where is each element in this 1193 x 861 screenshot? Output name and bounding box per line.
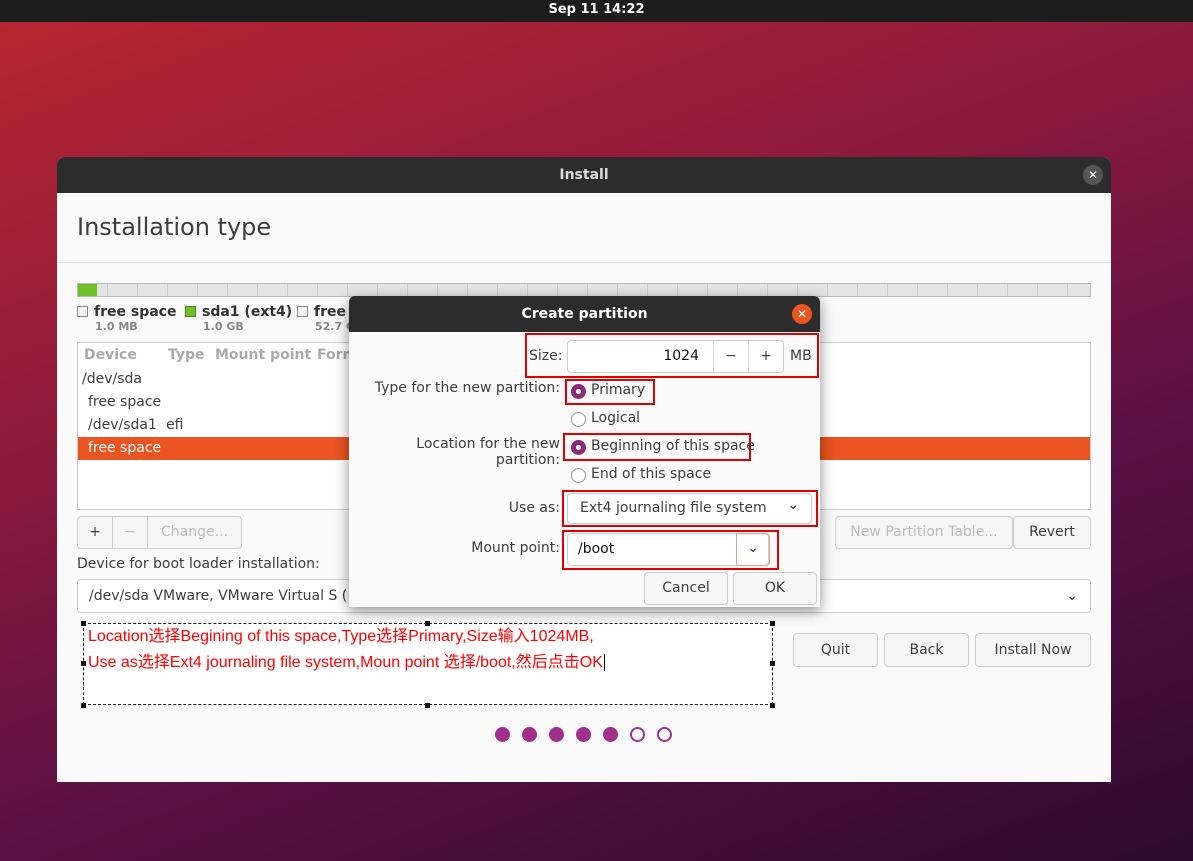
radio-logical[interactable]	[571, 412, 586, 427]
top-bar: Sep 11 14:22	[0, 0, 1193, 22]
create-partition-dialog: Create partition ✕ Size: 1024 − + MB Typ…	[349, 296, 820, 607]
partition-bar-used	[78, 284, 98, 296]
use-as-label: Use as:	[508, 500, 560, 516]
step-dot-pending	[630, 727, 645, 742]
add-partition-button[interactable]: +	[77, 516, 113, 549]
remove-partition-button[interactable]: −	[112, 516, 148, 549]
step-dot-done	[522, 727, 537, 742]
annotation-line-1: Location选择Begining of this space,Type选择P…	[88, 628, 594, 645]
legend-free: free 52.7 G	[297, 304, 355, 333]
legend-free-space: free space 1.0 MB	[77, 304, 176, 333]
back-button[interactable]: Back	[884, 633, 969, 667]
mount-point-input[interactable]: /boot	[578, 534, 614, 565]
window-title: Install	[57, 157, 1111, 193]
resize-handle[interactable]	[770, 661, 775, 666]
legend-swatch	[77, 306, 88, 317]
resize-handle[interactable]	[425, 703, 430, 708]
mount-point-label: Mount point:	[471, 540, 560, 556]
radio-beginning[interactable]	[571, 440, 586, 455]
cancel-button[interactable]: Cancel	[644, 572, 728, 605]
resize-handle[interactable]	[425, 621, 430, 626]
clock[interactable]: Sep 11 14:22	[548, 2, 644, 17]
logical-label: Logical	[591, 410, 641, 426]
close-icon[interactable]: ✕	[1083, 165, 1103, 185]
divider	[57, 262, 1111, 263]
chevron-down-icon: ⌄	[787, 497, 799, 513]
legend-swatch	[297, 306, 308, 317]
new-partition-table-button[interactable]: New Partition Table...	[835, 516, 1013, 549]
resize-handle[interactable]	[81, 621, 86, 626]
resize-handle[interactable]	[81, 703, 86, 708]
chevron-down-icon: ⌄	[1066, 588, 1078, 604]
partition-bar	[77, 283, 1091, 297]
size-input[interactable]: 1024	[568, 341, 713, 372]
step-dot-done	[549, 727, 564, 742]
col-type[interactable]: Type	[168, 347, 205, 363]
beginning-label: Beginning of this space	[591, 438, 755, 454]
decrement-button[interactable]: −	[713, 341, 748, 372]
annotation-line-2: Use as选择Ext4 journaling file system,Moun…	[88, 654, 605, 671]
change-button[interactable]: Change...	[147, 516, 242, 549]
resize-handle[interactable]	[770, 703, 775, 708]
step-dot-done	[576, 727, 591, 742]
radio-primary[interactable]	[571, 384, 586, 399]
close-icon[interactable]: ✕	[792, 304, 812, 324]
mount-point-combo: /boot ⌄	[567, 533, 770, 566]
use-as-select[interactable]: Ext4 journaling file system ⌄	[567, 493, 812, 524]
revert-button[interactable]: Revert	[1013, 516, 1091, 549]
legend-sda1: sda1 (ext4) 1.0 GB	[185, 304, 292, 333]
end-label: End of this space	[591, 466, 712, 482]
size-spinbox: 1024 − +	[567, 340, 784, 373]
ok-button[interactable]: OK	[733, 572, 817, 605]
step-dot-done	[495, 727, 510, 742]
bootloader-label: Device for boot loader installation:	[77, 556, 320, 572]
resize-handle[interactable]	[770, 621, 775, 626]
annotation-textbox[interactable]: Location选择Begining of this space,Type选择P…	[83, 623, 773, 705]
dialog-title: Create partition	[349, 296, 820, 332]
install-now-button[interactable]: Install Now	[975, 633, 1091, 667]
legend-swatch	[185, 306, 196, 317]
location-label: Location for the new partition:	[416, 436, 560, 468]
step-dot-pending	[657, 727, 672, 742]
resize-handle[interactable]	[81, 661, 86, 666]
type-label: Type for the new partition:	[374, 380, 560, 396]
size-unit: MB	[790, 348, 812, 364]
primary-label: Primary	[591, 382, 646, 398]
page-title: Installation type	[77, 213, 272, 241]
col-mount[interactable]: Mount point	[215, 347, 311, 363]
col-device[interactable]: Device	[84, 347, 137, 363]
radio-end[interactable]	[571, 468, 586, 483]
chevron-down-icon[interactable]: ⌄	[736, 533, 770, 566]
step-dot-done	[603, 727, 618, 742]
increment-button[interactable]: +	[748, 341, 783, 372]
quit-button[interactable]: Quit	[793, 633, 878, 667]
size-label: Size:	[529, 348, 563, 364]
